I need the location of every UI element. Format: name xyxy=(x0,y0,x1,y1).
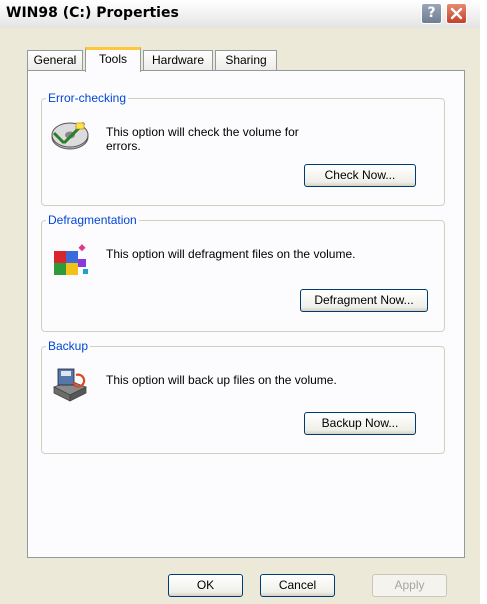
defragment-now-button[interactable]: Defragment Now... xyxy=(300,289,428,312)
ok-button[interactable]: OK xyxy=(168,574,243,597)
title-bar[interactable]: WIN98 (C:) Properties ? xyxy=(0,0,480,28)
error-checking-text-line2: errors. xyxy=(106,139,141,153)
defrag-icon xyxy=(50,241,90,284)
error-checking-group: Error-checking This option will check th… xyxy=(41,91,445,206)
defragmentation-description: This option will defragment files on the… xyxy=(106,247,356,261)
apply-button[interactable]: Apply xyxy=(372,574,447,597)
backup-description: This option will back up files on the vo… xyxy=(106,373,337,387)
error-checking-description: This option will check the volume for er… xyxy=(106,125,406,153)
error-checking-title: Error-checking xyxy=(46,91,129,105)
tab-general[interactable]: General xyxy=(27,50,83,71)
backup-title: Backup xyxy=(46,339,91,353)
defragmentation-group: Defragmentation This option will defragm… xyxy=(41,213,445,332)
close-x-icon xyxy=(450,7,463,20)
tab-tools[interactable]: Tools xyxy=(85,47,141,72)
properties-dialog: WIN98 (C:) Properties ? General Tools Ha… xyxy=(0,0,480,604)
tab-hardware[interactable]: Hardware xyxy=(143,50,213,71)
window-title: WIN98 (C:) Properties xyxy=(6,5,179,21)
error-checking-text-line1: This option will check the volume for xyxy=(106,125,299,139)
disk-check-icon xyxy=(50,117,90,156)
close-button[interactable] xyxy=(446,3,467,24)
help-button[interactable]: ? xyxy=(421,3,442,24)
backup-icon xyxy=(50,365,90,406)
backup-group: Backup This option will back up files on… xyxy=(41,339,445,454)
tab-sharing[interactable]: Sharing xyxy=(215,50,277,71)
backup-now-button[interactable]: Backup Now... xyxy=(304,412,416,435)
defragmentation-title: Defragmentation xyxy=(46,213,139,227)
cancel-button[interactable]: Cancel xyxy=(260,574,335,597)
question-mark-icon: ? xyxy=(427,5,436,21)
check-now-button[interactable]: Check Now... xyxy=(304,164,416,187)
